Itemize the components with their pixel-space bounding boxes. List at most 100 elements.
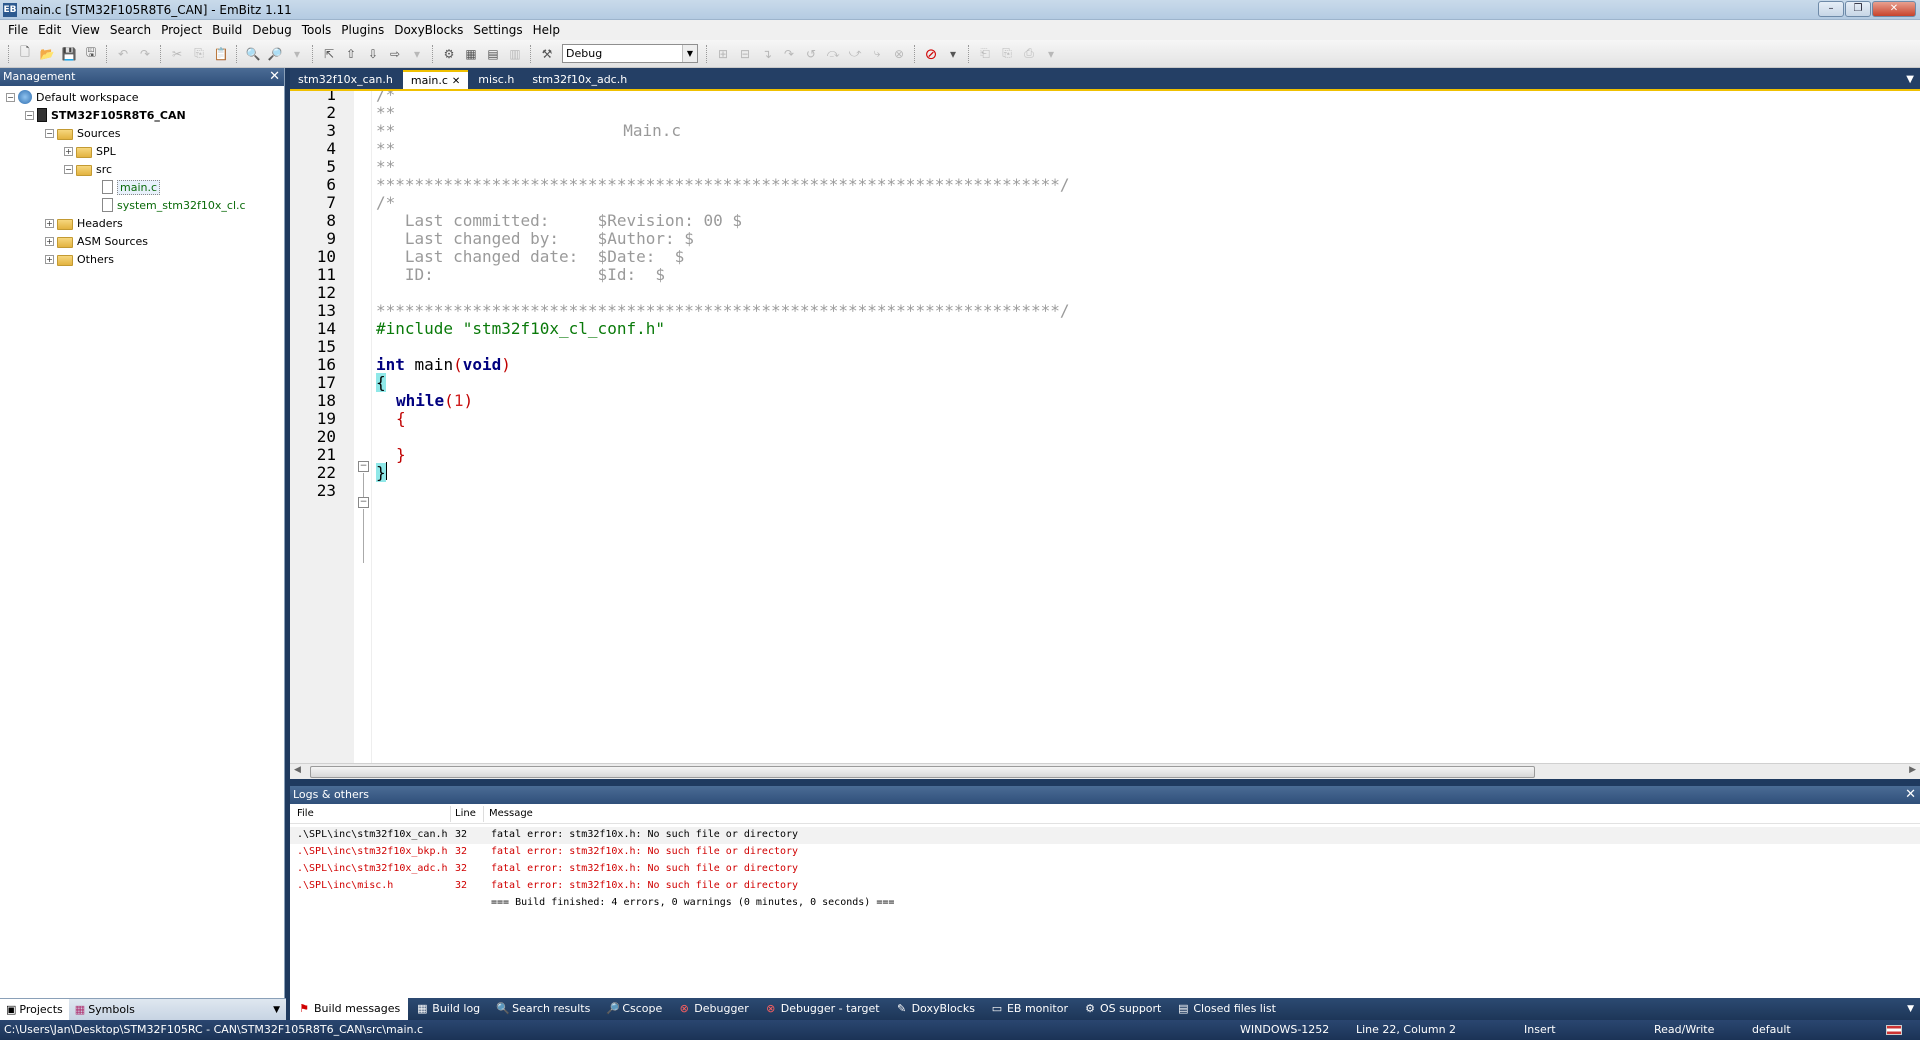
jump-down-icon[interactable]: ⇩ — [364, 45, 382, 63]
menu-plugins[interactable]: Plugins — [336, 20, 389, 40]
menu-tools[interactable]: Tools — [297, 20, 337, 40]
minimize-button[interactable]: – — [1818, 1, 1844, 17]
abort-icon[interactable]: ⊘ — [922, 45, 940, 63]
tab-debugger[interactable]: ⊗ Debugger — [670, 998, 756, 1020]
fold-toggle-icon[interactable]: − — [358, 461, 369, 472]
tab-stm32f10x-adc-h[interactable]: stm32f10x_adc.h — [524, 70, 635, 89]
log-row[interactable]: .\SPL\inc\misc.h 32 fatal error: stm32f1… — [290, 878, 1920, 895]
menu-edit[interactable]: Edit — [33, 20, 66, 40]
toolbar-dropdown-icon[interactable]: ▾ — [1042, 45, 1060, 63]
tree-node-main-c[interactable]: main.c — [0, 178, 284, 196]
compile-icon[interactable]: ▦ — [462, 45, 480, 63]
scroll-right-icon[interactable]: ▶ — [1909, 765, 1916, 775]
menu-help[interactable]: Help — [528, 20, 565, 40]
expand-toggle[interactable]: + — [64, 146, 73, 156]
menu-search[interactable]: Search — [105, 20, 156, 40]
expand-toggle[interactable]: + — [45, 254, 54, 264]
tree-node-system-c[interactable]: system_stm32f10x_cl.c — [0, 196, 284, 214]
log-row[interactable]: .\SPL\inc\stm32f10x_bkp.h 32 fatal error… — [290, 844, 1920, 861]
debug-windows-icon[interactable]: ⊞ — [714, 45, 732, 63]
tab-misc-h[interactable]: misc.h — [470, 70, 522, 89]
tab-stm32f10x-can-h[interactable]: stm32f10x_can.h — [290, 70, 401, 89]
log-row[interactable]: .\SPL\inc\stm32f10x_can.h 32 fatal error… — [290, 827, 1920, 844]
save-all-icon[interactable]: 🖫 — [82, 45, 100, 63]
tab-cscope[interactable]: 🔎 Cscope — [598, 998, 670, 1020]
step-over-icon[interactable]: ↷ — [780, 45, 798, 63]
collapse-toggle[interactable]: − — [6, 92, 15, 102]
menu-debug[interactable]: Debug — [247, 20, 296, 40]
tab-build-messages[interactable]: ⚑ Build messages — [290, 998, 409, 1020]
expand-toggle[interactable]: + — [45, 236, 54, 246]
chevron-down-icon[interactable]: ▼ — [273, 1005, 280, 1015]
build-icon[interactable]: ⚙ — [440, 45, 458, 63]
tab-search-results[interactable]: 🔍 Search results — [488, 998, 598, 1020]
collapse-toggle[interactable]: − — [64, 164, 73, 174]
tab-build-log[interactable]: ▦ Build log — [408, 998, 488, 1020]
doxy-extract-icon[interactable]: ⎗ — [976, 45, 994, 63]
find-icon[interactable]: 🔍 — [244, 45, 262, 63]
new-file-icon[interactable]: 🗋 — [16, 45, 34, 63]
tree-node-sources[interactable]: − Sources — [0, 124, 284, 142]
tree-node-asm-sources[interactable]: + ASM Sources — [0, 232, 284, 250]
log-row[interactable]: .\SPL\inc\stm32f10x_adc.h 32 fatal error… — [290, 861, 1920, 878]
tab-main-c[interactable]: main.c ✕ — [402, 70, 469, 89]
tab-debugger-target[interactable]: ⊗ Debugger - target — [757, 998, 888, 1020]
chevron-down-icon[interactable]: ▼ — [1906, 70, 1914, 89]
tree-node-spl[interactable]: + SPL — [0, 142, 284, 160]
menu-doxyblocks[interactable]: DoxyBlocks — [389, 20, 468, 40]
toolbar-dropdown-icon[interactable]: ▾ — [408, 45, 426, 63]
log-row[interactable]: === Build finished: 4 errors, 0 warnings… — [290, 895, 1920, 912]
close-icon[interactable]: ✕ — [269, 68, 280, 86]
tab-doxyblocks[interactable]: ✎ DoxyBlocks — [888, 998, 983, 1020]
chevron-down-icon[interactable]: ▼ — [682, 45, 697, 62]
code-editor[interactable]: 1 2 3 4 5 6 7 8 9 10 11 12 13 14 15 16 17 18 19 20 21 22 23 − … — [290, 89, 1920, 763]
step-instruction-icon[interactable]: ⤷ — [868, 45, 886, 63]
build-target-select[interactable]: Debug ▼ — [562, 44, 698, 63]
step-out-icon[interactable]: ↺ — [802, 45, 820, 63]
collapse-toggle[interactable]: − — [45, 128, 54, 138]
redo-icon[interactable]: ↷ — [136, 45, 154, 63]
stop-debugger-icon[interactable]: ⊗ — [890, 45, 908, 63]
toolbar-dropdown-icon[interactable]: ▾ — [288, 45, 306, 63]
editor-horizontal-scrollbar[interactable]: ◀ ▶ — [290, 763, 1920, 779]
menu-file[interactable]: File — [3, 20, 33, 40]
open-folder-icon[interactable]: 📂 — [38, 45, 56, 63]
tree-node-src[interactable]: − src — [0, 160, 284, 178]
menu-view[interactable]: View — [66, 20, 104, 40]
maximize-button[interactable]: ❐ — [1845, 1, 1871, 17]
tab-os-support[interactable]: ⚙ OS support — [1076, 998, 1169, 1020]
tree-node-workspace[interactable]: − Default workspace — [0, 88, 284, 106]
replace-icon[interactable]: 🔎 — [266, 45, 284, 63]
debug-info-icon[interactable]: ⊟ — [736, 45, 754, 63]
toolbar-dropdown-icon[interactable]: ▾ — [944, 45, 962, 63]
tab-eb-monitor[interactable]: ▭ EB monitor — [983, 998, 1076, 1020]
clean-icon[interactable]: ▥ — [506, 45, 524, 63]
cut-icon[interactable]: ✂ — [168, 45, 186, 63]
tab-projects[interactable]: ▣ Projects — [0, 998, 69, 1021]
close-icon[interactable]: ✕ — [1905, 786, 1916, 804]
tab-closed-files-list[interactable]: ▤ Closed files list — [1169, 998, 1284, 1020]
run-to-icon[interactable]: ⇨ — [386, 45, 404, 63]
scrollbar-thumb[interactable] — [310, 766, 1535, 778]
rebuild-icon[interactable]: ▤ — [484, 45, 502, 63]
target-options-icon[interactable]: ⚒ — [538, 45, 556, 63]
tree-node-project[interactable]: − STM32F105R8T6_CAN — [0, 106, 284, 124]
scroll-left-icon[interactable]: ◀ — [294, 765, 301, 775]
next-line-icon[interactable]: ⤼ — [824, 45, 842, 63]
paste-icon[interactable]: 📋 — [212, 45, 230, 63]
column-file[interactable]: File — [297, 808, 314, 819]
fold-toggle-icon[interactable]: − — [358, 497, 369, 508]
menu-settings[interactable]: Settings — [468, 20, 527, 40]
copy-icon[interactable]: ⎘ — [190, 45, 208, 63]
jump-back-icon[interactable]: ⇱ — [320, 45, 338, 63]
jump-up-icon[interactable]: ⇧ — [342, 45, 360, 63]
column-line[interactable]: Line — [455, 808, 476, 819]
doxy-chm-icon[interactable]: ⎙ — [1020, 45, 1038, 63]
column-message[interactable]: Message — [489, 808, 533, 819]
menu-project[interactable]: Project — [156, 20, 207, 40]
tab-symbols[interactable]: ▦ Symbols — [69, 999, 141, 1021]
save-icon[interactable]: 💾 — [60, 45, 78, 63]
undo-icon[interactable]: ↶ — [114, 45, 132, 63]
chevron-down-icon[interactable]: ▼ — [1907, 1004, 1914, 1014]
close-icon[interactable]: ✕ — [452, 76, 460, 87]
